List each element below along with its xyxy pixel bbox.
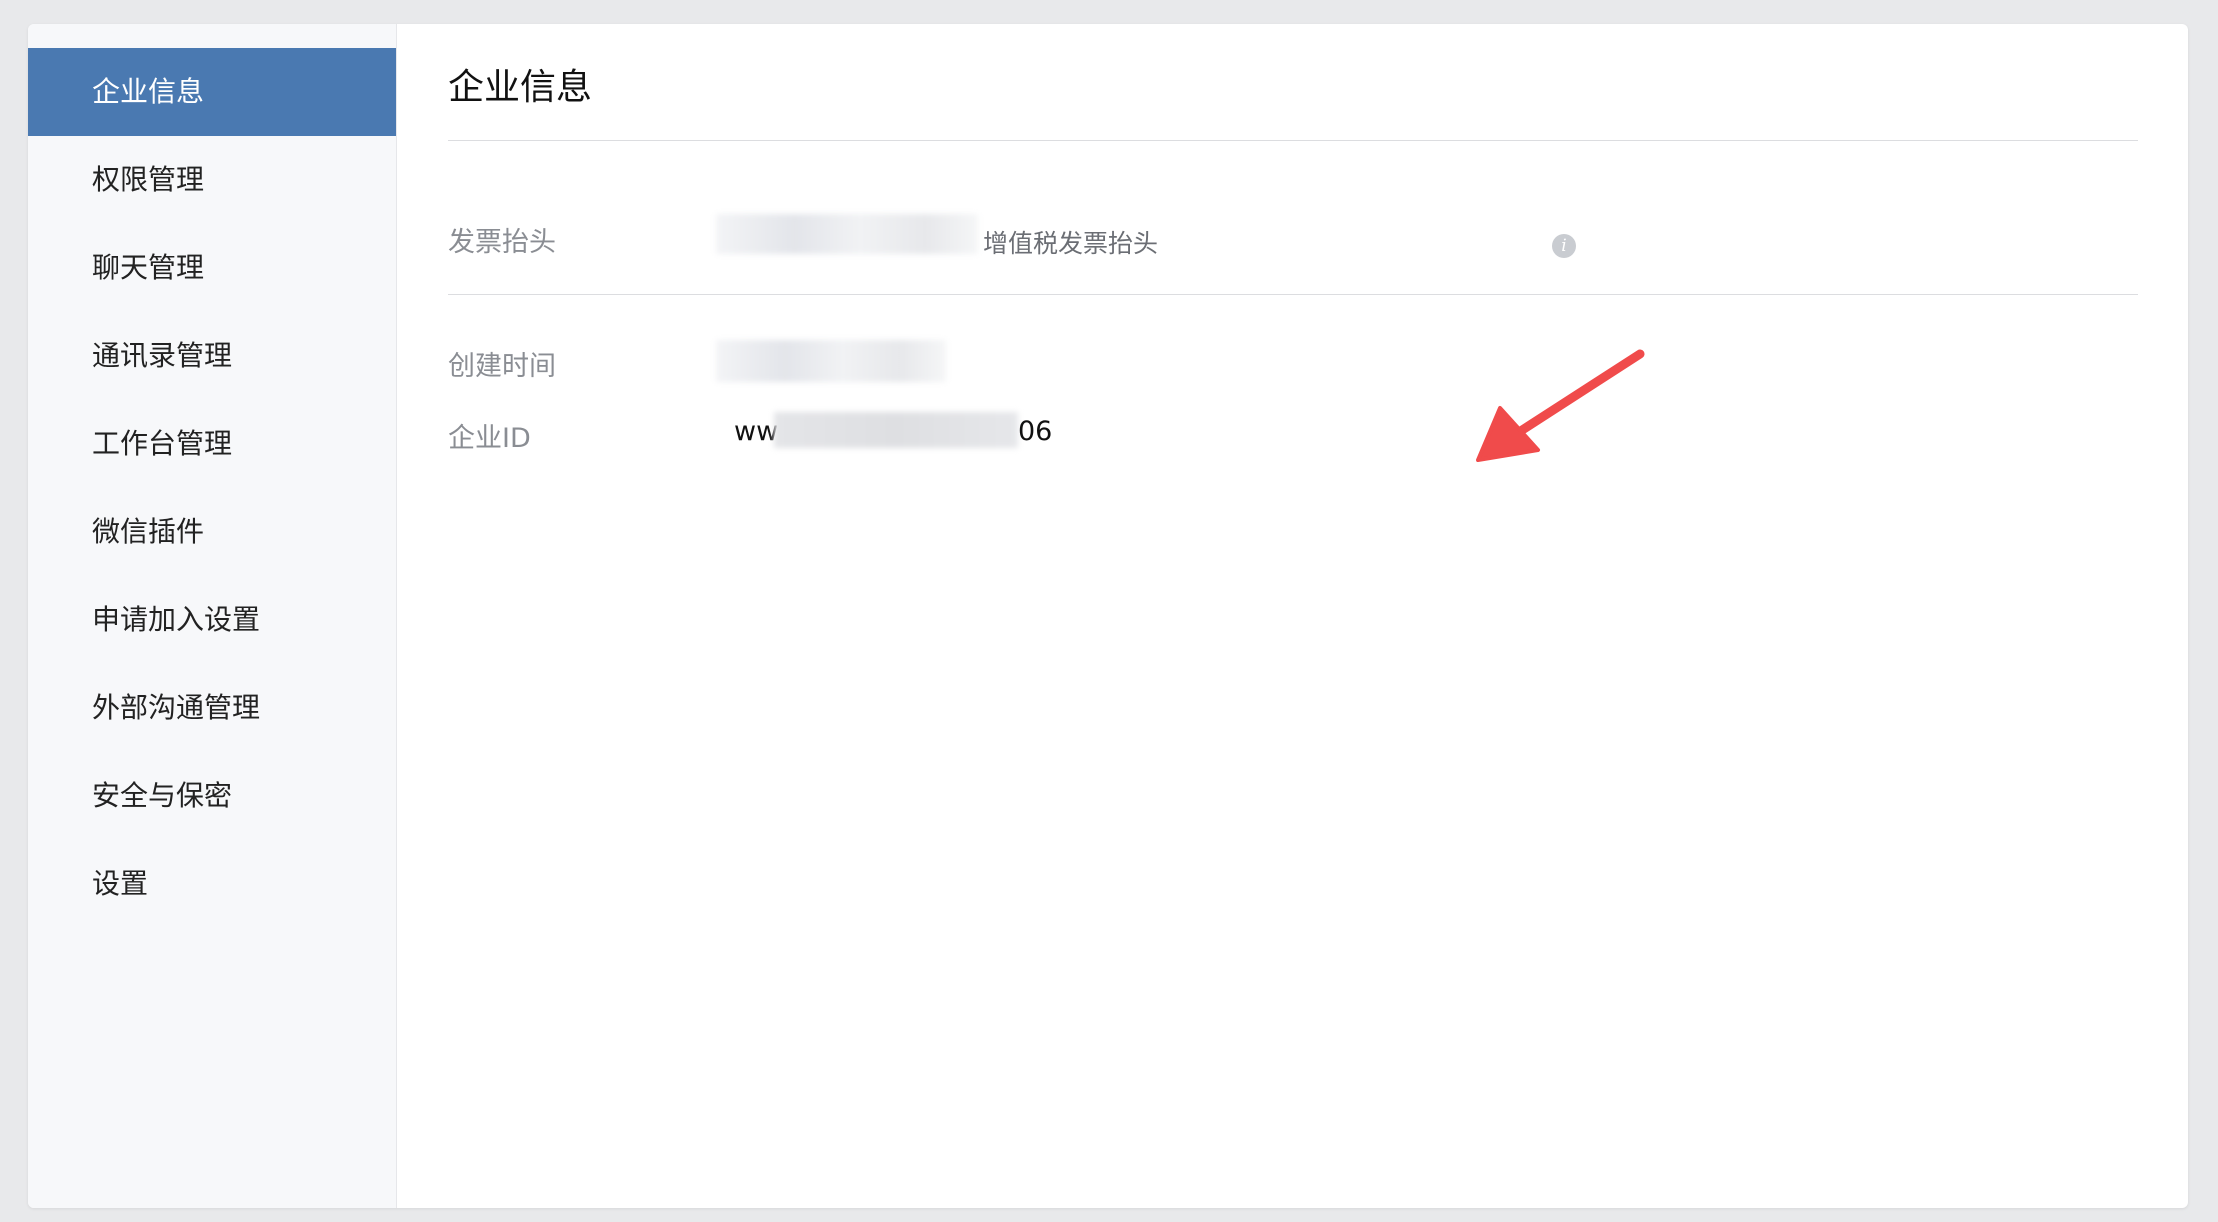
corp-id-suffix: 06 xyxy=(1018,416,1053,447)
sidebar: 企业信息 权限管理 聊天管理 通讯录管理 工作台管理 微信插件 申请加入设置 外… xyxy=(28,24,397,1208)
sidebar-item-permissions[interactable]: 权限管理 xyxy=(28,136,396,224)
sidebar-item-security[interactable]: 安全与保密 xyxy=(28,752,396,840)
sidebar-item-settings[interactable]: 设置 xyxy=(28,840,396,928)
sidebar-item-chat-management[interactable]: 聊天管理 xyxy=(28,224,396,312)
sidebar-item-wechat-plugin[interactable]: 微信插件 xyxy=(28,488,396,576)
corp-id-value-redacted xyxy=(774,412,1018,448)
invoice-value-redacted xyxy=(716,214,978,254)
info-icon[interactable]: i xyxy=(1552,234,1576,258)
sidebar-item-company-info[interactable]: 企业信息 xyxy=(28,48,396,136)
sidebar-item-workbench-management[interactable]: 工作台管理 xyxy=(28,400,396,488)
invoice-value-suffix: 增值税发票抬头 xyxy=(983,229,1159,258)
settings-card: 企业信息 权限管理 聊天管理 通讯录管理 工作台管理 微信插件 申请加入设置 外… xyxy=(28,24,2188,1208)
main-content: 企业信息 发票抬头 增值税发票抬头 i 创建时间 企业ID ww 06 xyxy=(448,24,2138,1208)
sidebar-item-join-request-settings[interactable]: 申请加入设置 xyxy=(28,576,396,664)
invoice-divider xyxy=(448,294,2138,295)
corp-id-prefix: ww xyxy=(734,416,779,447)
sidebar-menu: 企业信息 权限管理 聊天管理 通讯录管理 工作台管理 微信插件 申请加入设置 外… xyxy=(28,48,396,928)
title-divider xyxy=(448,140,2138,141)
corp-id-label: 企业ID xyxy=(448,423,531,454)
created-time-value-redacted xyxy=(716,340,946,382)
page-title: 企业信息 xyxy=(448,67,593,108)
annotation-arrow-icon xyxy=(1476,349,1645,462)
sidebar-item-contacts-management[interactable]: 通讯录管理 xyxy=(28,312,396,400)
invoice-label: 发票抬头 xyxy=(448,227,556,258)
sidebar-item-external-communication[interactable]: 外部沟通管理 xyxy=(28,664,396,752)
created-time-label: 创建时间 xyxy=(448,351,556,382)
